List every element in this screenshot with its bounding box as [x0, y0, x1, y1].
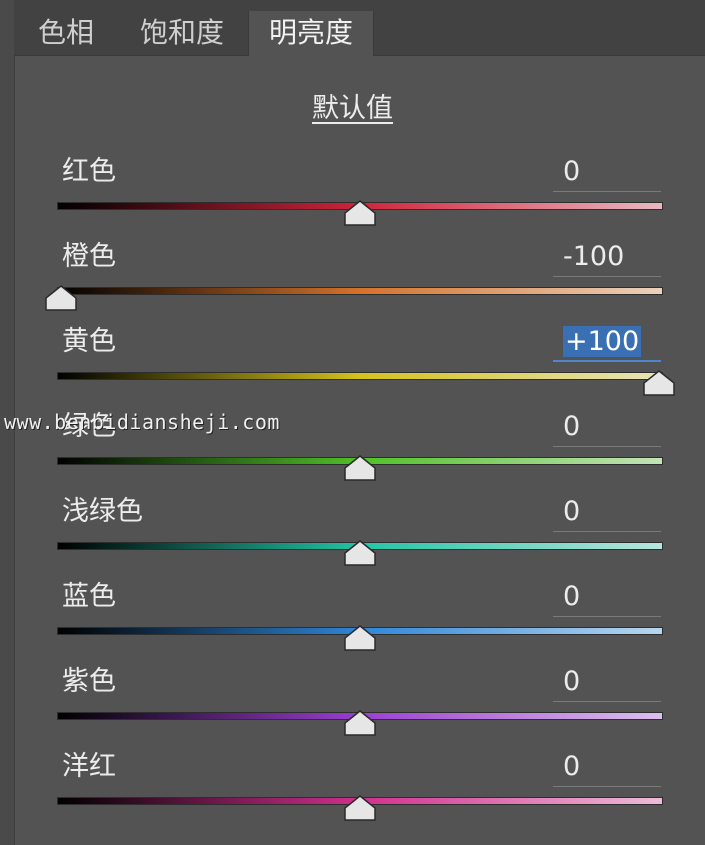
slider-value-field[interactable]: 0: [553, 662, 661, 702]
slider-value-text: 0: [563, 411, 581, 442]
watermark-text: www.benbidiansheji.com: [4, 410, 280, 434]
slider-label: 洋红: [62, 751, 116, 782]
hsl-panel: 色相 饱和度 明亮度 默认值 红色 0 橙色 -100 黄色 +100 绿色 0 浅绿色 0 蓝色 0…: [0, 0, 705, 845]
slider-row: 红色 0: [0, 152, 705, 237]
tab-bar: 色相 饱和度 明亮度: [14, 0, 705, 56]
slider-row: 浅绿色 0: [0, 492, 705, 577]
slider-row: 黄色 +100: [0, 322, 705, 407]
slider-label: 紫色: [62, 666, 116, 697]
slider-row: 蓝色 0: [0, 577, 705, 662]
slider-value-field[interactable]: 0: [553, 747, 661, 787]
slider-label: 蓝色: [62, 581, 116, 612]
slider-value-text: 0: [563, 156, 581, 187]
slider-label: 橙色: [62, 241, 116, 272]
slider-thumb-icon[interactable]: [344, 625, 376, 651]
slider-thumb-icon[interactable]: [344, 540, 376, 566]
slider-row: 橙色 -100: [0, 237, 705, 322]
slider-value-field[interactable]: -100: [553, 237, 661, 277]
slider-value-field[interactable]: 0: [553, 407, 661, 447]
slider-value-text: 0: [563, 581, 581, 612]
slider-thumb-icon[interactable]: [45, 285, 77, 311]
slider-label: 红色: [62, 156, 116, 187]
slider-thumb-icon[interactable]: [344, 710, 376, 736]
slider-thumb-icon[interactable]: [344, 455, 376, 481]
slider-value-field[interactable]: 0: [553, 152, 661, 192]
slider-row: 紫色 0: [0, 662, 705, 747]
tab-luminance[interactable]: 明亮度: [248, 11, 375, 56]
slider-value-field[interactable]: 0: [553, 577, 661, 617]
slider-thumb-icon[interactable]: [344, 795, 376, 821]
default-values-link[interactable]: 默认值: [0, 86, 705, 125]
slider-row: 洋红 0: [0, 747, 705, 832]
slider-value-text: 0: [563, 496, 581, 527]
slider-value-field[interactable]: +100: [553, 322, 661, 362]
slider-track[interactable]: [57, 372, 663, 380]
slider-value-text: -100: [563, 241, 625, 272]
slider-label: 黄色: [62, 326, 116, 357]
slider-value-text: +100: [563, 326, 642, 357]
slider-thumb-icon[interactable]: [643, 370, 675, 396]
slider-label: 浅绿色: [62, 496, 143, 527]
slider-thumb-icon[interactable]: [344, 200, 376, 226]
tab-saturation[interactable]: 饱和度: [136, 11, 228, 55]
slider-track[interactable]: [57, 287, 663, 295]
tab-hue[interactable]: 色相: [34, 11, 98, 55]
slider-value-field[interactable]: 0: [553, 492, 661, 532]
slider-value-text: 0: [563, 751, 581, 782]
slider-value-text: 0: [563, 666, 581, 697]
